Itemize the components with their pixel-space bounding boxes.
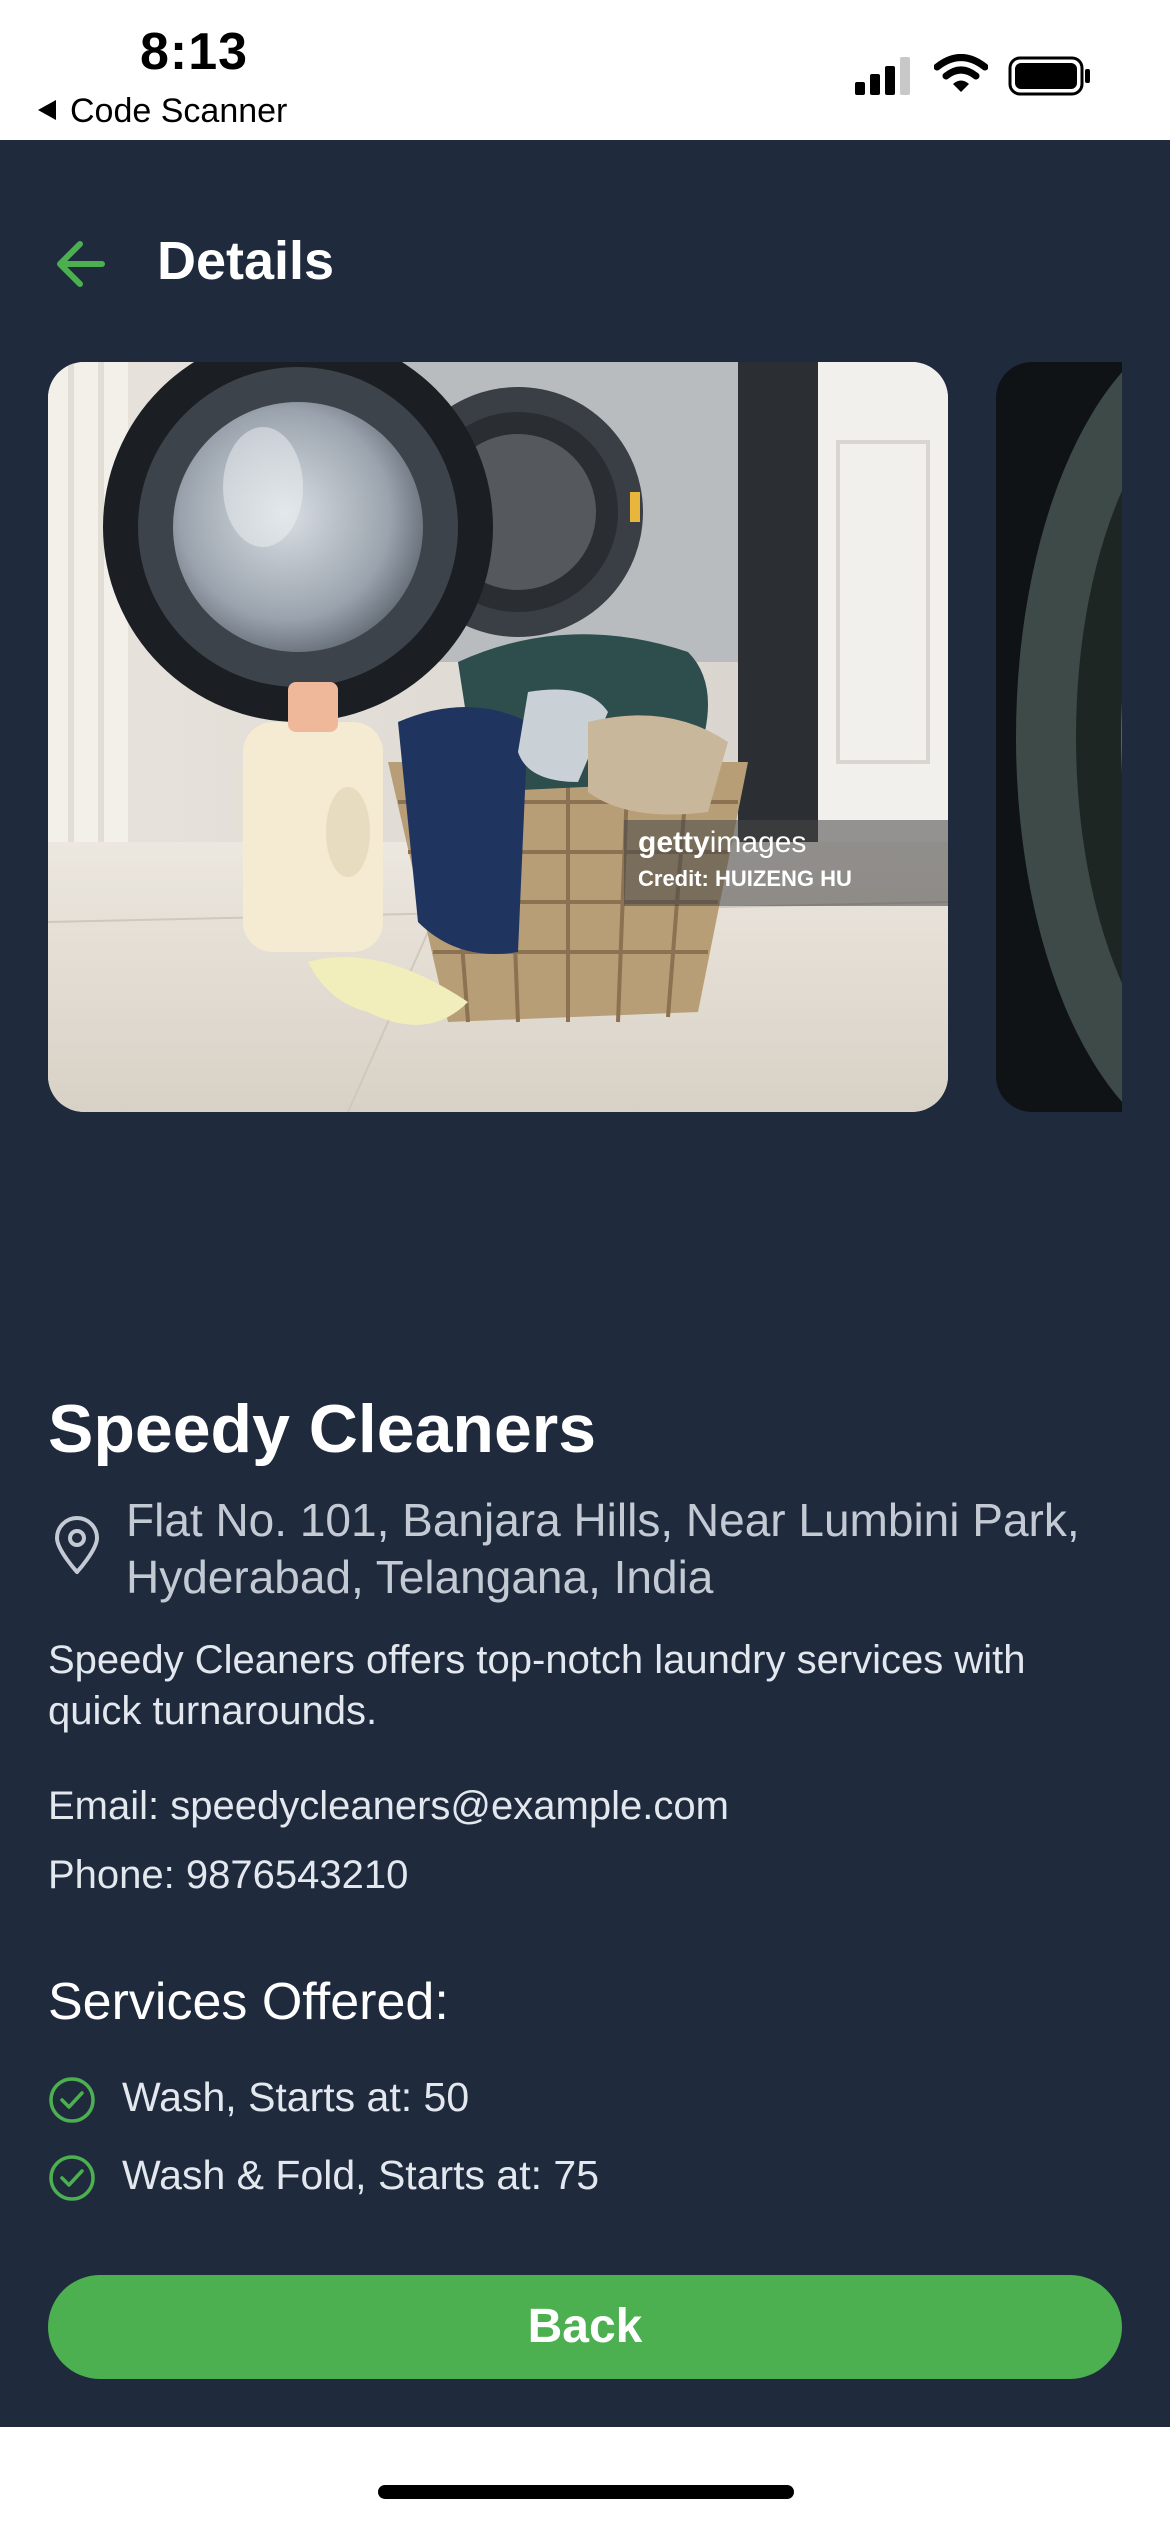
arrow-left-icon[interactable]	[52, 234, 112, 294]
check-circle-icon	[49, 2155, 95, 2201]
back-to-app-link[interactable]: Code Scanner	[38, 92, 287, 131]
bottom-safe-area	[0, 2427, 1170, 2532]
business-address: Flat No. 101, Banjara Hills, Near Lumbin…	[126, 1492, 1136, 1606]
back-app-label: Code Scanner	[70, 92, 288, 130]
getty-watermark: gettyimages Credit: HUIZENG HU	[624, 820, 948, 906]
business-description: Speedy Cleaners offers top-notch laundry…	[48, 1638, 1026, 1733]
wifi-icon	[934, 54, 988, 92]
signal-icon	[855, 57, 910, 95]
image-carousel[interactable]: gettyimages Credit: HUIZENG HU	[48, 362, 1122, 1112]
laundry-image	[48, 362, 948, 1112]
details-screen: Details gettyimages Credit: HUIZENG HU S…	[0, 140, 1170, 2427]
business-phone: Phone: 9876543210	[48, 1853, 409, 1897]
business-name: Speedy Cleaners	[48, 1391, 597, 1467]
back-triangle-icon	[38, 100, 56, 121]
back-button[interactable]: Back	[48, 2275, 1122, 2379]
page-title: Details	[157, 231, 335, 291]
location-pin-icon	[55, 1516, 99, 1574]
next-photo-peek[interactable]	[996, 362, 1122, 1112]
business-email: Email: speedycleaners@example.com	[48, 1784, 729, 1828]
service-label: Wash & Fold, Starts at: 75	[122, 2152, 600, 2198]
service-label: Wash, Starts at: 50	[122, 2074, 470, 2120]
battery-icon	[1008, 56, 1090, 96]
address-line-2: Hyderabad, Telangana, India	[126, 1551, 714, 1603]
status-bar: 8:13 Code Scanner	[0, 0, 1170, 140]
watermark-brand: gettyimages	[638, 826, 807, 859]
washer-drum-image	[996, 362, 1122, 1112]
address-line-1: Flat No. 101, Banjara Hills, Near Lumbin…	[126, 1494, 1080, 1546]
status-time: 8:13	[140, 23, 249, 81]
watermark-credit: Credit: HUIZENG HU	[638, 866, 852, 891]
check-circle-icon	[49, 2077, 95, 2123]
home-indicator[interactable]	[378, 2485, 794, 2499]
services-title: Services Offered:	[48, 1973, 449, 2031]
laundry-photo[interactable]: gettyimages Credit: HUIZENG HU	[48, 362, 948, 1112]
